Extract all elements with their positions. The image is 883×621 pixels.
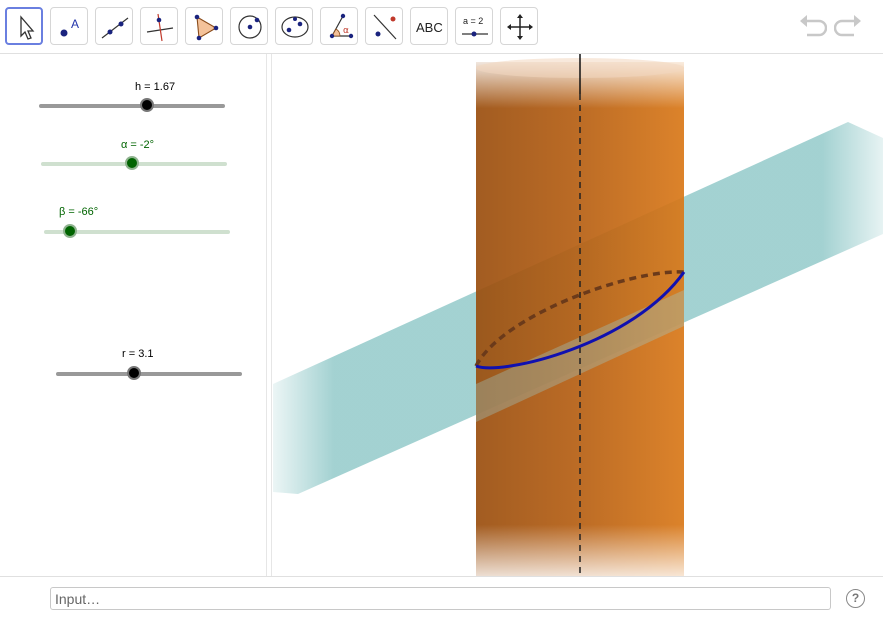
slider-h-label: h = 1.67 — [135, 81, 176, 93]
svg-text:α: α — [343, 26, 349, 36]
polygon-icon — [194, 14, 219, 41]
line-icon — [101, 17, 129, 39]
slider-alpha-knob[interactable] — [125, 156, 140, 170]
polygon-tool-button[interactable] — [185, 7, 223, 45]
input-field[interactable] — [50, 587, 831, 610]
slider-icon: a = 2 — [462, 16, 488, 37]
ellipse-icon — [281, 16, 309, 38]
graphics-view[interactable] — [273, 54, 883, 576]
move-arrow-icon — [20, 15, 35, 40]
angle-icon: α — [329, 13, 354, 39]
slider-beta-knob[interactable] — [63, 224, 78, 238]
3d-scene[interactable] — [273, 54, 883, 576]
circle-tool-button[interactable] — [230, 7, 268, 45]
slider-h[interactable]: h = 1.67 — [39, 79, 225, 112]
slider-beta-label: β = -66° — [59, 206, 99, 218]
circle-with-center-icon — [238, 15, 262, 39]
slider-alpha-label: α = -2° — [121, 139, 155, 151]
slider-tool-button[interactable]: a = 2 — [455, 7, 493, 45]
slider-r-track[interactable] — [56, 372, 242, 376]
line-tool-button[interactable] — [95, 7, 133, 45]
svg-text:A: A — [71, 17, 79, 31]
slider-alpha[interactable]: α = -2° — [41, 137, 227, 170]
algebra-view: h = 1.67 α = -2° β = -66° r = 3.1 — [0, 54, 266, 576]
view-divider[interactable] — [266, 54, 272, 576]
slider-h-track[interactable] — [39, 104, 225, 108]
slider-r[interactable]: r = 3.1 — [56, 348, 242, 380]
slider-r-knob[interactable] — [127, 366, 142, 380]
point-tool-button[interactable]: A — [50, 7, 88, 45]
undo-button[interactable] — [797, 12, 828, 40]
help-icon[interactable]: ? — [846, 589, 865, 608]
angle-tool-button[interactable]: α — [320, 7, 358, 45]
redo-icon — [833, 15, 861, 37]
reflect-tool-button[interactable] — [365, 7, 403, 45]
text-tool-button[interactable]: ABC — [410, 7, 448, 45]
undo-icon — [800, 15, 828, 37]
svg-text:ABC: ABC — [416, 20, 443, 35]
move-graphics-view-icon — [507, 14, 533, 40]
svg-text:a = 2: a = 2 — [463, 16, 483, 26]
move-graphics-tool-button[interactable] — [500, 7, 538, 45]
toolbar: A α ABC a = 2 — [0, 0, 883, 54]
slider-beta[interactable]: β = -66° — [44, 205, 230, 238]
text-icon: ABC — [416, 20, 443, 35]
redo-button[interactable] — [833, 12, 864, 40]
move-tool-button[interactable] — [5, 7, 43, 45]
perpendicular-line-tool-button[interactable] — [140, 7, 178, 45]
slider-h-knob[interactable] — [139, 98, 154, 112]
perpendicular-line-icon — [146, 13, 174, 42]
reflect-about-line-icon — [373, 14, 397, 40]
point-icon: A — [60, 17, 79, 37]
input-bar: ? — [0, 576, 883, 621]
slider-r-label: r = 3.1 — [122, 348, 154, 360]
ellipse-tool-button[interactable] — [275, 7, 313, 45]
